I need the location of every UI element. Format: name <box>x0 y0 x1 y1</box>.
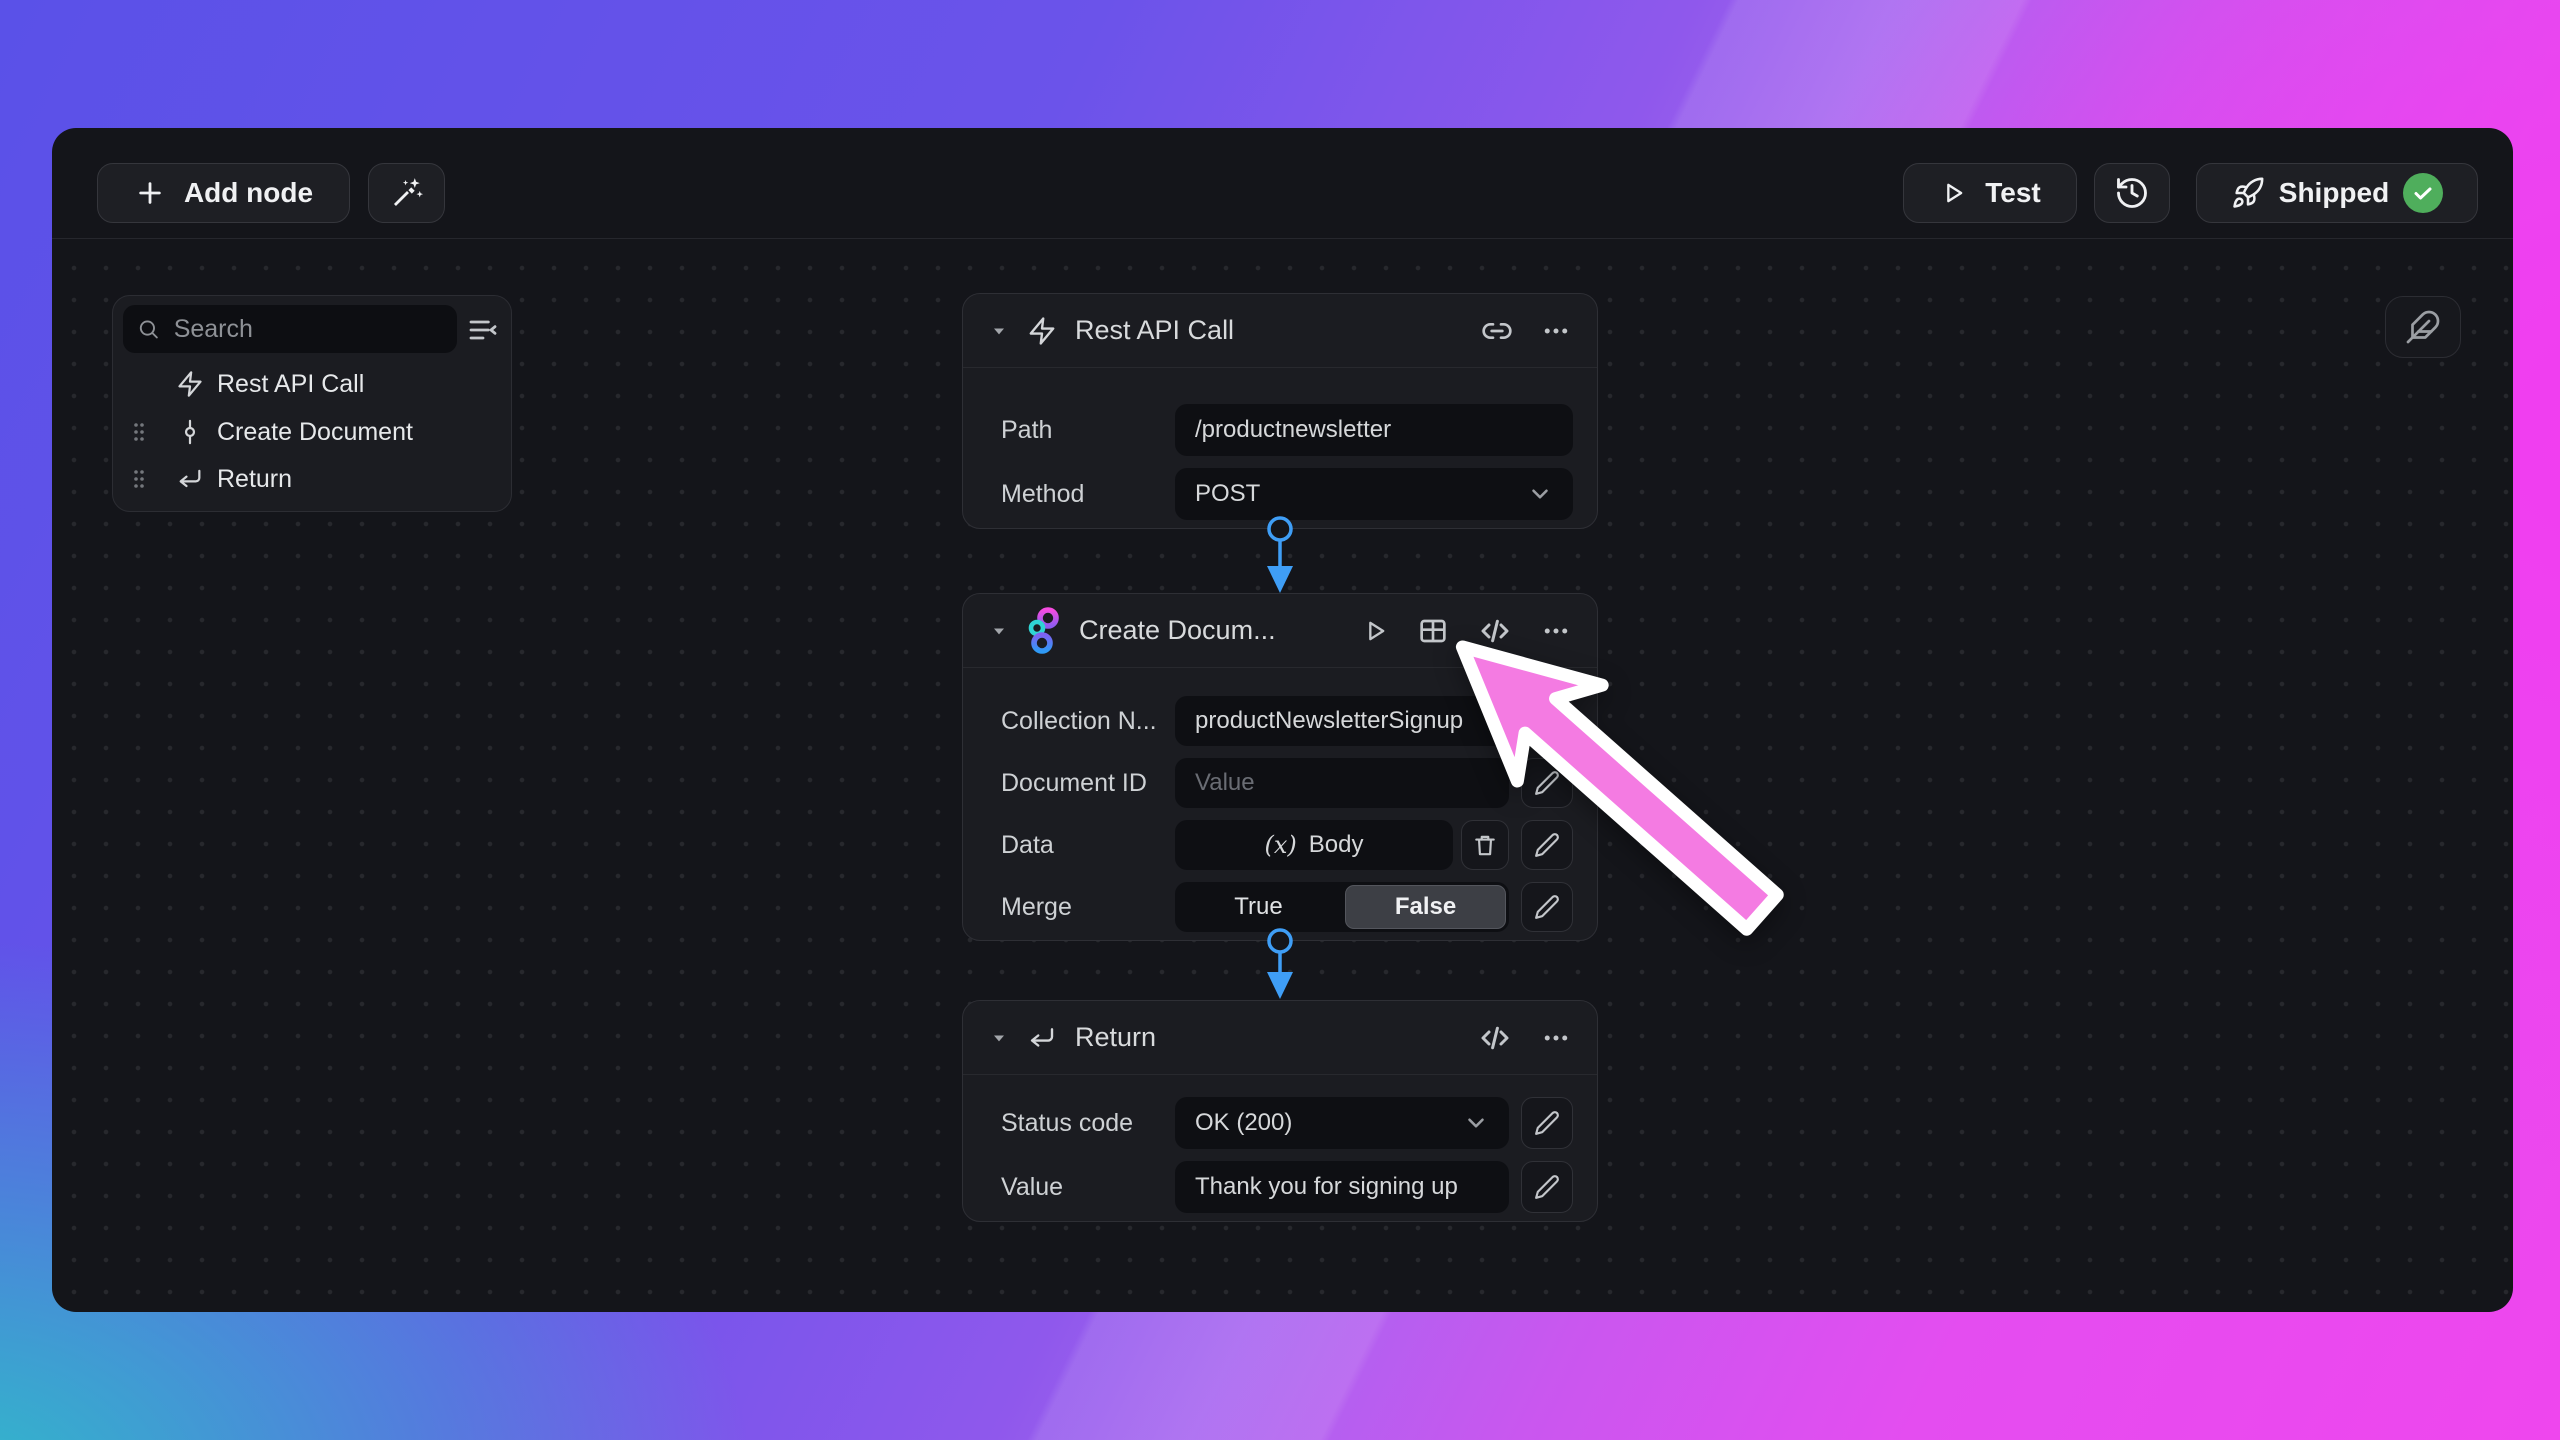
table-icon[interactable] <box>1417 615 1449 647</box>
workflow-editor-panel: Add node Test Shipped <box>52 128 2513 1312</box>
library-item-label: Return <box>217 465 292 494</box>
collapse-panel-icon[interactable] <box>467 314 499 346</box>
rocket-icon <box>2231 176 2265 210</box>
node-header: Return <box>963 1001 1597 1075</box>
document-id-input[interactable]: Value <box>1175 758 1509 808</box>
chevron-down-icon <box>1527 481 1553 507</box>
field-label: Path <box>1001 404 1052 456</box>
edit-button[interactable] <box>1521 1097 1573 1149</box>
toggle-option-false[interactable]: False <box>1345 885 1506 929</box>
check-circle-icon <box>2403 173 2443 213</box>
field-label: Merge <box>1001 882 1072 932</box>
plus-icon <box>134 177 166 209</box>
more-icon[interactable] <box>1541 616 1571 646</box>
field-label: Value <box>1001 1161 1063 1213</box>
node-header: Rest API Call <box>963 294 1597 368</box>
annotate-button[interactable] <box>2385 296 2461 358</box>
feather-icon <box>2405 309 2441 345</box>
pencil-icon <box>1534 1174 1560 1200</box>
edit-button[interactable] <box>1521 696 1573 746</box>
library-item-rest-api-call[interactable]: Rest API Call <box>113 361 511 407</box>
path-input[interactable]: /productnewsletter <box>1175 404 1573 456</box>
buildship-logo <box>1027 606 1061 656</box>
pencil-icon <box>1534 708 1560 734</box>
field-label: Collection N... <box>1001 696 1157 746</box>
field-label: Document ID <box>1001 758 1147 808</box>
play-icon <box>1939 179 1967 207</box>
variable-prefix: (x) <box>1265 831 1297 859</box>
chevron-down-icon[interactable] <box>989 621 1009 641</box>
chevron-down-icon <box>1463 1110 1489 1136</box>
magic-wand-icon <box>390 176 424 210</box>
play-icon[interactable] <box>1361 617 1389 645</box>
data-variable-chip[interactable]: (x) Body <box>1175 820 1453 870</box>
placeholder-text: Value <box>1195 769 1255 797</box>
toggle-option-true[interactable]: True <box>1175 882 1342 932</box>
chevron-down-icon[interactable] <box>989 321 1009 341</box>
zap-icon <box>1027 316 1057 346</box>
collection-name-input[interactable]: productNewsletterSignup <box>1175 696 1509 746</box>
method-select[interactable]: POST <box>1175 468 1573 520</box>
library-item-label: Create Document <box>217 418 413 447</box>
library-item-create-document[interactable]: Create Document <box>113 409 511 455</box>
search-input[interactable] <box>172 314 443 345</box>
drag-handle-icon[interactable] <box>131 467 147 491</box>
history-icon <box>2114 175 2150 211</box>
test-button[interactable]: Test <box>1903 163 2077 223</box>
value-input[interactable]: Thank you for signing up <box>1175 1161 1509 1213</box>
merge-toggle: True False <box>1175 882 1509 932</box>
toolbar-divider <box>52 238 2513 239</box>
delete-button[interactable] <box>1461 820 1509 870</box>
node-title: Return <box>1075 1022 1156 1053</box>
magic-wand-button[interactable] <box>368 163 445 223</box>
trash-icon <box>1472 832 1498 858</box>
code-icon[interactable] <box>1477 1020 1513 1056</box>
add-node-button[interactable]: Add node <box>97 163 350 223</box>
code-icon[interactable] <box>1477 613 1513 649</box>
edit-button[interactable] <box>1521 882 1573 932</box>
node-library-panel: Rest API Call Create Document Return <box>112 295 512 512</box>
status-code-select[interactable]: OK (200) <box>1175 1097 1509 1149</box>
shipped-button[interactable]: Shipped <box>2196 163 2478 223</box>
pencil-icon <box>1534 832 1560 858</box>
search-box <box>123 305 457 353</box>
edit-button[interactable] <box>1521 1161 1573 1213</box>
page: { "toolbar": { "add_node_label": "Add no… <box>0 0 2560 1440</box>
pencil-icon <box>1534 770 1560 796</box>
shipped-label: Shipped <box>2279 177 2389 209</box>
node-title: Create Docum... <box>1079 615 1276 646</box>
more-icon[interactable] <box>1541 316 1571 346</box>
node-return[interactable]: Return Status code OK (200) Value Thank … <box>962 1000 1598 1222</box>
link-icon[interactable] <box>1481 315 1513 347</box>
search-icon <box>137 316 160 342</box>
edit-button[interactable] <box>1521 758 1573 808</box>
field-label: Status code <box>1001 1097 1133 1149</box>
drag-handle-icon[interactable] <box>131 420 147 444</box>
zap-icon <box>176 370 204 398</box>
chevron-down-icon[interactable] <box>989 1028 1009 1048</box>
library-item-label: Rest API Call <box>217 370 364 399</box>
node-create-document[interactable]: Create Docum... Collection N... productN… <box>962 593 1598 941</box>
field-label: Method <box>1001 468 1084 520</box>
history-button[interactable] <box>2094 163 2170 223</box>
node-title: Rest API Call <box>1075 315 1234 346</box>
edit-button[interactable] <box>1521 820 1573 870</box>
node-header: Create Docum... <box>963 594 1597 668</box>
return-icon <box>176 465 204 493</box>
library-item-return[interactable]: Return <box>113 456 511 502</box>
pencil-icon <box>1534 1110 1560 1136</box>
return-icon <box>1027 1023 1057 1053</box>
pencil-icon <box>1534 894 1560 920</box>
field-label: Data <box>1001 820 1054 870</box>
test-label: Test <box>1985 177 2041 209</box>
add-node-label: Add node <box>184 177 313 209</box>
commit-icon <box>176 418 204 446</box>
more-icon[interactable] <box>1541 1023 1571 1053</box>
node-rest-api-call[interactable]: Rest API Call Path /productnewsletter Me… <box>962 293 1598 529</box>
